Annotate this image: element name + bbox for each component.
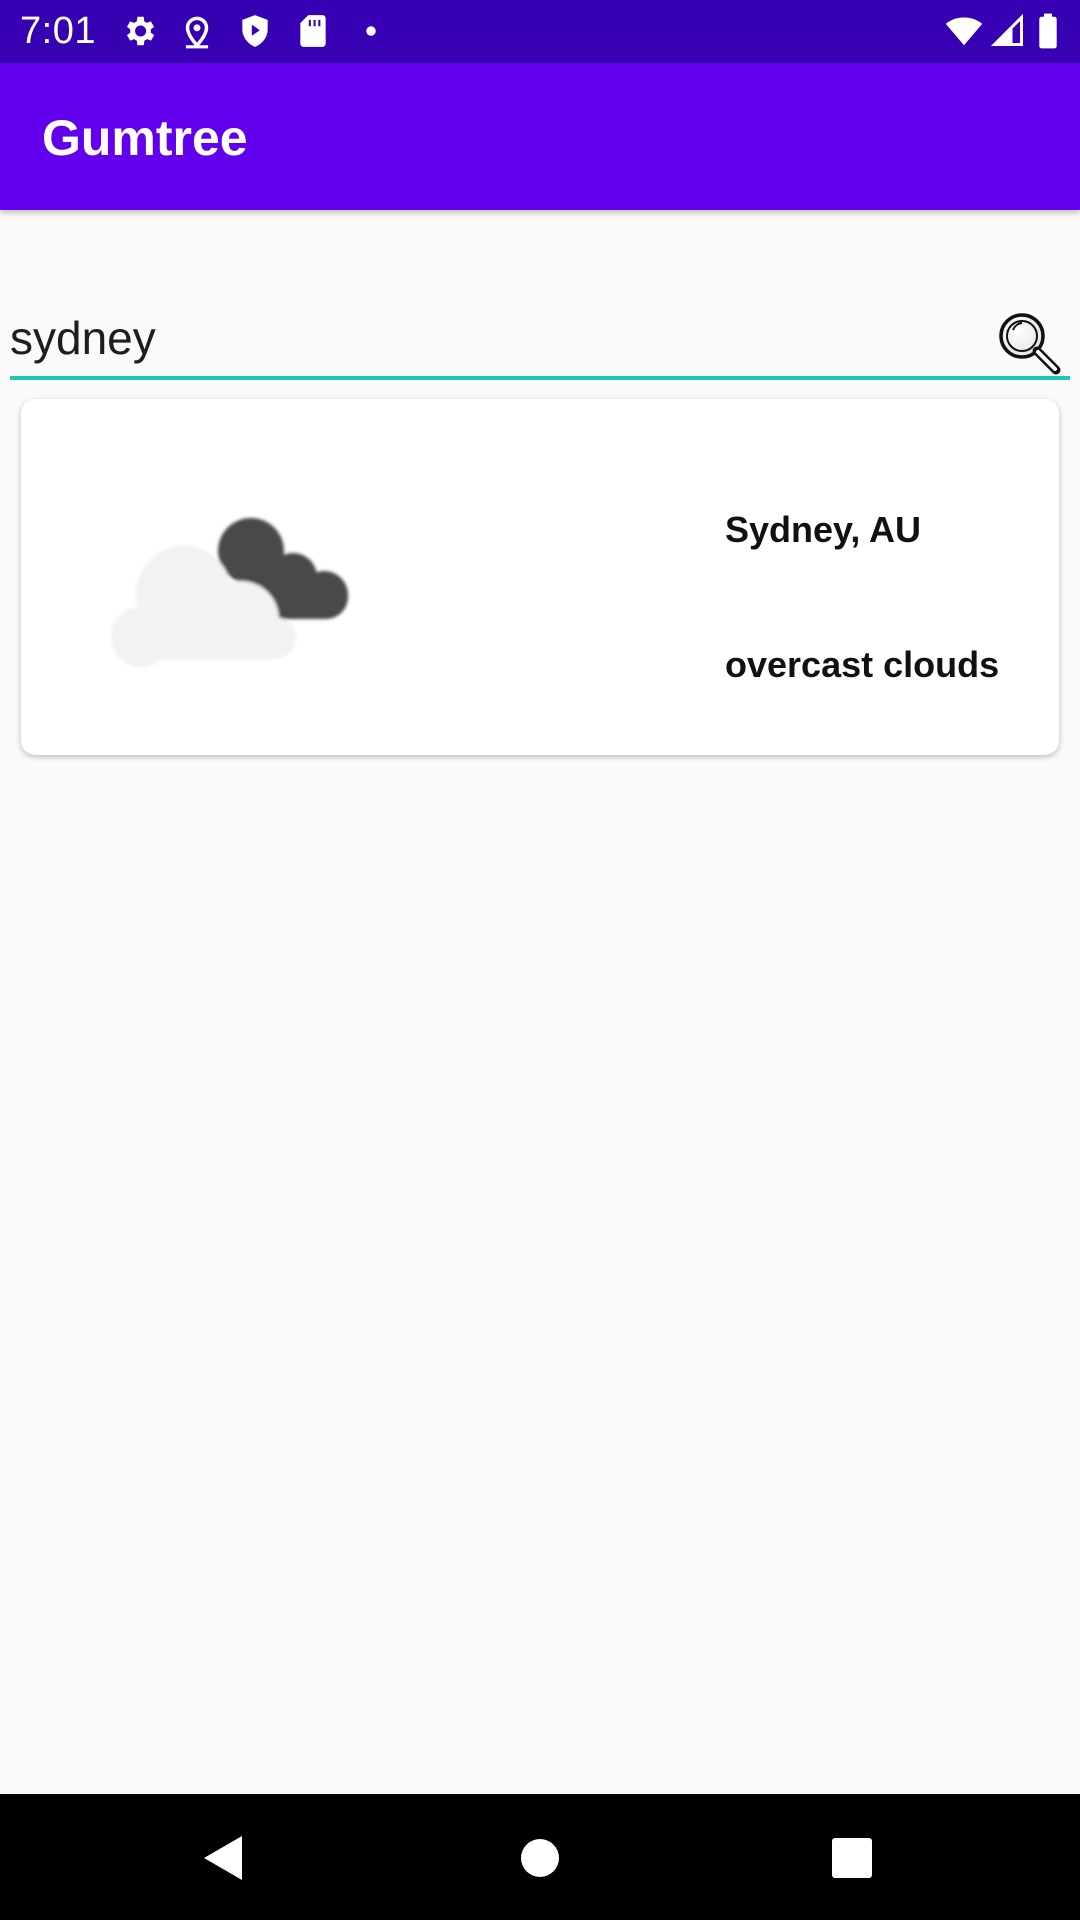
app-bar: Gumtree bbox=[0, 63, 1080, 210]
search-underline bbox=[10, 376, 1070, 380]
city-name: Sydney, AU bbox=[725, 509, 922, 550]
search-input[interactable] bbox=[10, 300, 970, 376]
wifi-icon bbox=[942, 12, 986, 50]
sd-card-icon bbox=[294, 12, 332, 50]
settings-icon bbox=[120, 12, 158, 50]
cellular-signal-icon bbox=[990, 12, 1026, 50]
notification-dot-icon bbox=[352, 12, 390, 50]
status-time: 7:01 bbox=[20, 10, 96, 52]
home-icon[interactable] bbox=[512, 1830, 568, 1886]
location-icon bbox=[178, 12, 216, 50]
status-bar: 7:01 bbox=[0, 0, 1080, 63]
recents-icon[interactable] bbox=[824, 1830, 880, 1886]
shield-play-icon bbox=[236, 12, 274, 50]
overcast-clouds-icon bbox=[96, 499, 366, 669]
battery-icon bbox=[1034, 12, 1062, 50]
search-button[interactable] bbox=[996, 310, 1062, 376]
search-icon bbox=[999, 313, 1061, 375]
weather-card[interactable]: Sydney, AU overcast clouds bbox=[21, 399, 1059, 755]
search-row bbox=[10, 300, 1070, 380]
back-icon[interactable] bbox=[198, 1830, 254, 1886]
weather-description: overcast clouds bbox=[725, 644, 1000, 685]
navigation-bar bbox=[0, 1794, 1080, 1920]
app-title: Gumtree bbox=[42, 110, 248, 166]
